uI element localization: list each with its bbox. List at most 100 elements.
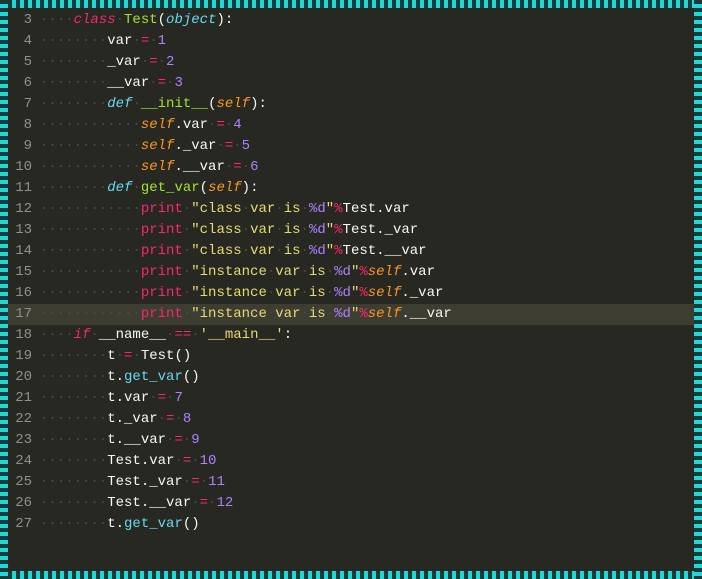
token-str: var [250, 201, 275, 217]
line-number: 17 [8, 304, 40, 325]
code-content[interactable]: ········t.__var·=·9 [40, 430, 200, 451]
token-str: is [309, 306, 326, 322]
code-line[interactable]: 19········t·=·Test() [8, 346, 694, 367]
token-var: ): [250, 96, 267, 112]
token-ws: ········ [40, 453, 107, 469]
token-op: % [359, 264, 367, 280]
token-ws: · [132, 33, 140, 49]
token-num: 1 [158, 33, 166, 49]
code-line[interactable]: 9············self._var·=·5 [8, 136, 694, 157]
code-content[interactable]: ········var·=·1 [40, 31, 166, 52]
code-content[interactable]: ············self.__var·=·6 [40, 157, 258, 178]
code-content[interactable]: ········def·get_var(self): [40, 178, 258, 199]
token-op: print [141, 306, 183, 322]
token-ws: ········ [40, 348, 107, 364]
line-number: 13 [8, 220, 40, 241]
code-line[interactable]: 21········t.var·=·7 [8, 388, 694, 409]
code-content[interactable]: ········Test.__var·=·12 [40, 493, 233, 514]
token-op: % [334, 222, 342, 238]
line-number: 24 [8, 451, 40, 472]
code-content[interactable]: ········_var·=·2 [40, 52, 174, 73]
code-content[interactable]: ············print·"class·var·is·%d"%Test… [40, 241, 427, 262]
token-str: is [284, 222, 301, 238]
token-var: ( [158, 12, 166, 28]
code-content[interactable]: ········Test._var·=·11 [40, 472, 225, 493]
code-line[interactable]: 4········var·=·1 [8, 31, 694, 52]
token-kw2: object [166, 12, 216, 28]
token-num: %d [334, 285, 351, 301]
code-content[interactable]: ········def·__init__(self): [40, 94, 267, 115]
line-number: 21 [8, 388, 40, 409]
code-line[interactable]: 5········_var·=·2 [8, 52, 694, 73]
token-str: is [284, 243, 301, 259]
code-content[interactable]: ········Test.var·=·10 [40, 451, 216, 472]
token-ws: · [183, 222, 191, 238]
code-content[interactable]: ········t·=·Test() [40, 346, 191, 367]
code-line[interactable]: 11········def·get_var(self): [8, 178, 694, 199]
code-line[interactable]: 23········t.__var·=·9 [8, 430, 694, 451]
code-editor[interactable]: 3····class·Test(object):4········var·=·1… [8, 8, 694, 571]
token-var: ._var [401, 285, 443, 301]
code-line[interactable]: 22········t._var·=·8 [8, 409, 694, 430]
token-num: 3 [174, 75, 182, 91]
code-line[interactable]: 12············print·"class·var·is·%d"%Te… [8, 199, 694, 220]
code-line[interactable]: 25········Test._var·=·11 [8, 472, 694, 493]
code-line[interactable]: 27········t.get_var() [8, 514, 694, 535]
code-line[interactable]: 13············print·"class·var·is·%d"%Te… [8, 220, 694, 241]
token-ws: · [301, 264, 309, 280]
token-var: .var [401, 264, 435, 280]
code-line[interactable]: 7········def·__init__(self): [8, 94, 694, 115]
token-ws: · [116, 348, 124, 364]
code-line[interactable]: 10············self.__var·=·6 [8, 157, 694, 178]
code-content[interactable]: ········t.var·=·7 [40, 388, 183, 409]
token-fn: get_var [141, 180, 200, 196]
code-content[interactable]: ············print·"class·var·is·%d"%Test… [40, 199, 410, 220]
code-content[interactable]: ············self.var·=·4 [40, 115, 242, 136]
code-content[interactable]: ············print·"instance·var·is·%d"%s… [40, 283, 443, 304]
token-ws: · [132, 96, 140, 112]
token-ws: · [242, 159, 250, 175]
code-line[interactable]: 16············print·"instance·var·is·%d"… [8, 283, 694, 304]
token-var: t.__var [107, 432, 166, 448]
token-num: 12 [216, 495, 233, 511]
code-line[interactable]: 8············self.var·=·4 [8, 115, 694, 136]
token-ws: · [326, 306, 334, 322]
code-content[interactable]: ············self._var·=·5 [40, 136, 250, 157]
code-content[interactable]: ········t.get_var() [40, 514, 200, 535]
code-content[interactable]: ····if·__name__·==·'__main__': [40, 325, 292, 346]
code-line[interactable]: 6········__var·=·3 [8, 73, 694, 94]
code-content[interactable]: ········t._var·=·8 [40, 409, 191, 430]
code-content[interactable]: ········__var·=·3 [40, 73, 183, 94]
code-line[interactable]: 15············print·"instance·var·is·%d"… [8, 262, 694, 283]
token-num: %d [309, 201, 326, 217]
token-str: " [326, 201, 334, 217]
token-num: 6 [250, 159, 258, 175]
token-ws: · [174, 411, 182, 427]
token-fn: __init__ [141, 96, 208, 112]
token-str: "class [191, 243, 241, 259]
token-num: 10 [200, 453, 217, 469]
code-line[interactable]: 17············print·"instance·var·is·%d"… [8, 304, 694, 325]
code-line[interactable]: 18····if·__name__·==·'__main__': [8, 325, 694, 346]
code-line[interactable]: 20········t.get_var() [8, 367, 694, 388]
token-ws: · [326, 264, 334, 280]
code-content[interactable]: ····class·Test(object): [40, 10, 233, 31]
code-line[interactable]: 14············print·"class·var·is·%d"%Te… [8, 241, 694, 262]
token-num: %d [334, 306, 351, 322]
code-content[interactable]: ········t.get_var() [40, 367, 200, 388]
code-content[interactable]: ············print·"instance·var·is·%d"%s… [40, 262, 435, 283]
token-ws: ···· [40, 12, 74, 28]
token-str: "instance [191, 306, 267, 322]
token-num: 5 [242, 138, 250, 154]
code-content[interactable]: ············print·"instance·var·is·%d"%s… [40, 304, 452, 325]
token-var: .__var [401, 306, 451, 322]
code-line[interactable]: 26········Test.__var·=·12 [8, 493, 694, 514]
code-content[interactable]: ············print·"class·var·is·%d"%Test… [40, 220, 418, 241]
token-num: 4 [233, 117, 241, 133]
token-ws: · [132, 180, 140, 196]
token-ws: · [200, 474, 208, 490]
code-line[interactable]: 24········Test.var·=·10 [8, 451, 694, 472]
code-line[interactable]: 3····class·Test(object): [8, 10, 694, 31]
line-number: 25 [8, 472, 40, 493]
token-var: ): [242, 180, 259, 196]
